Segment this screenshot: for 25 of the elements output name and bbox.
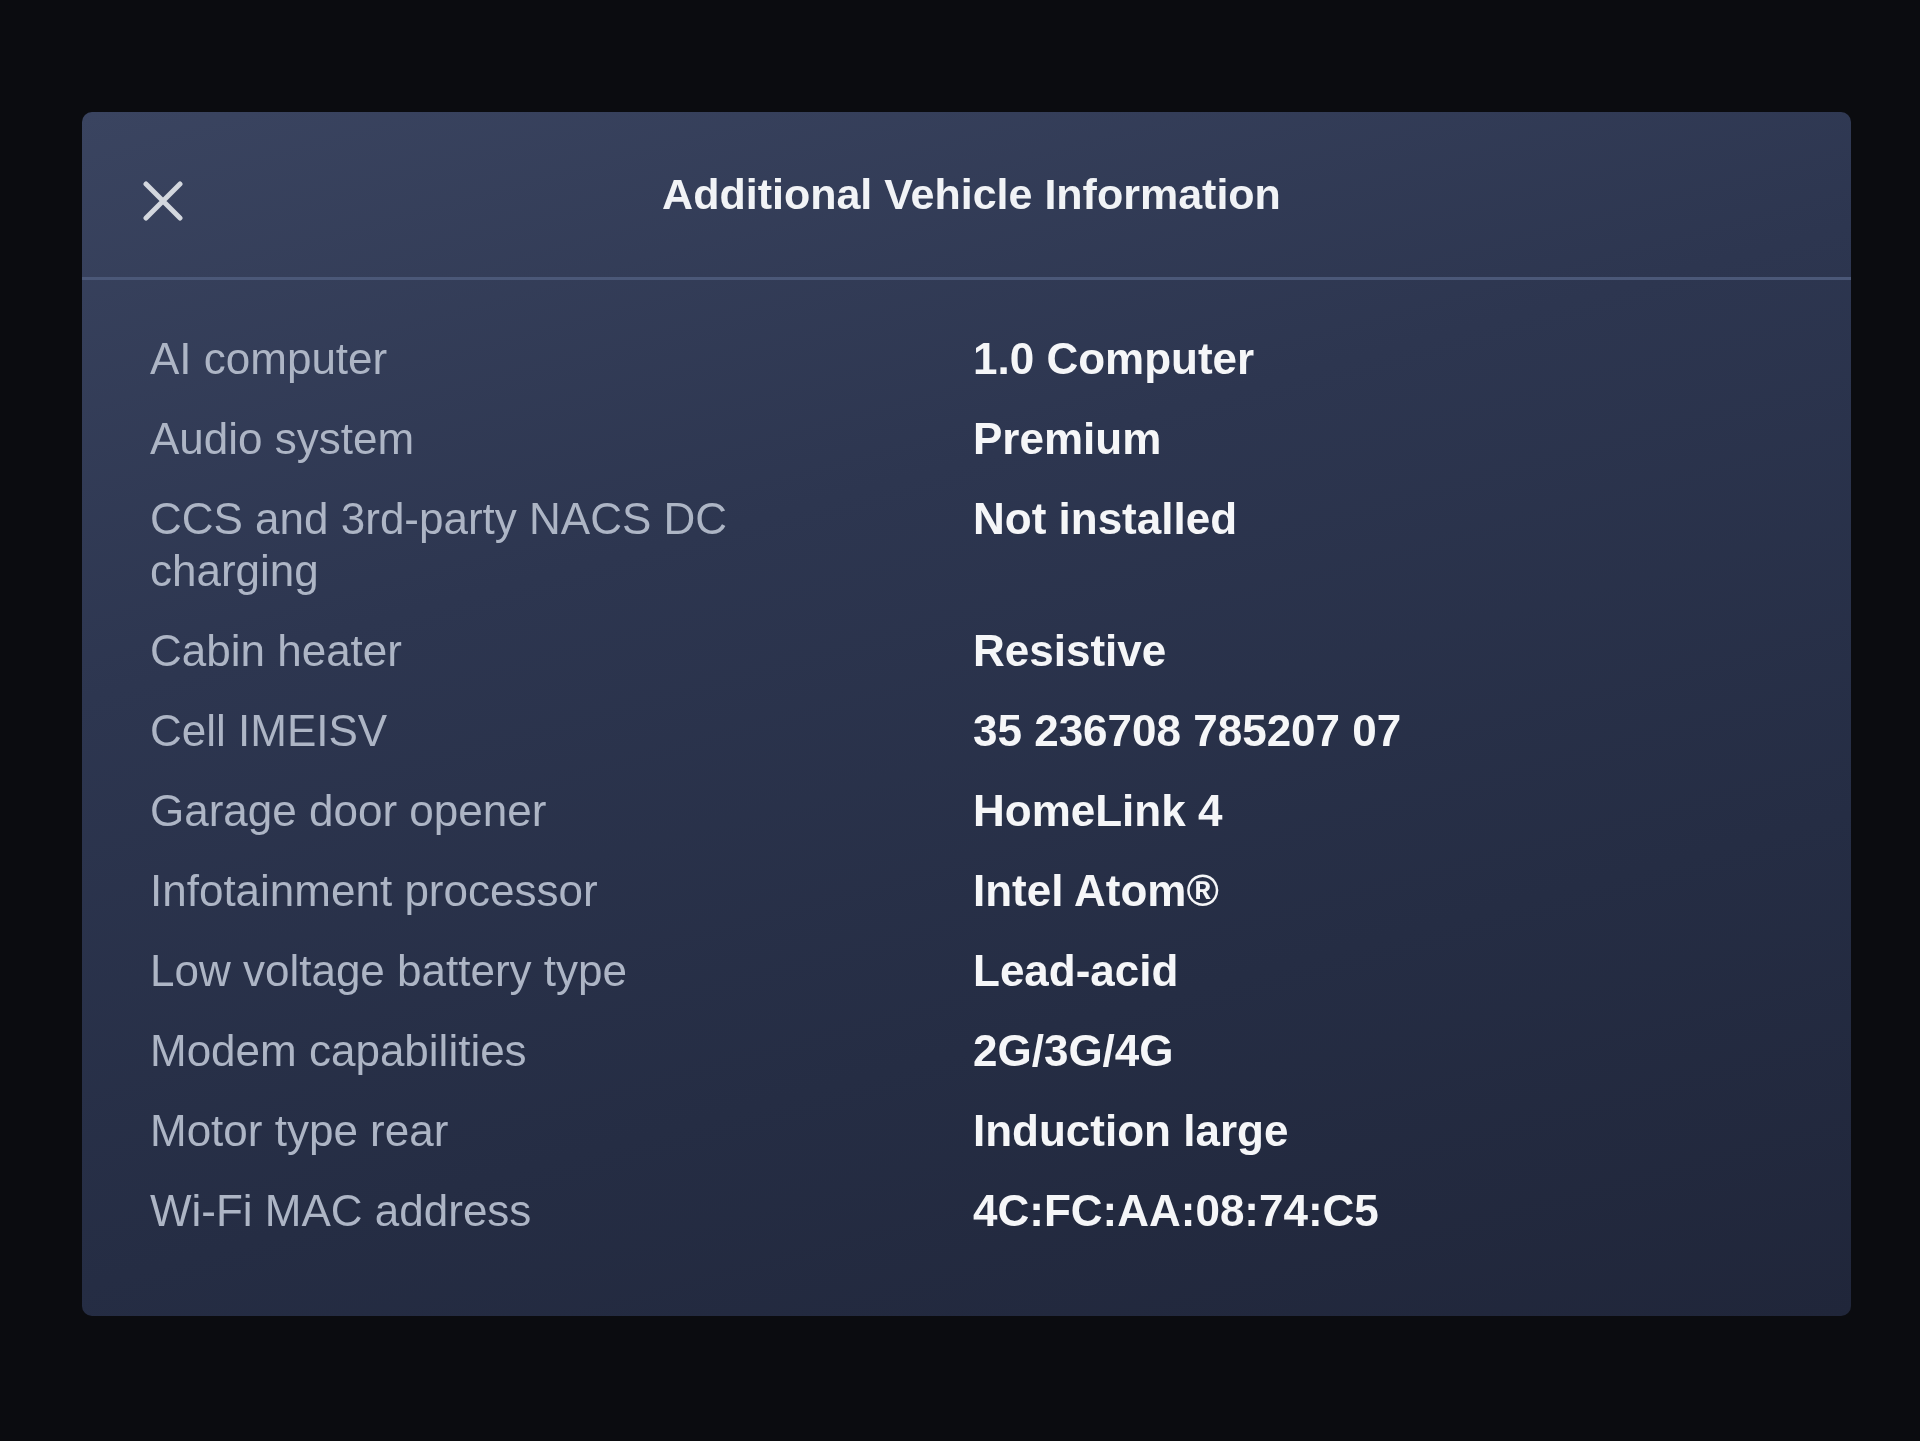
info-label: Wi-Fi MAC address — [150, 1185, 532, 1237]
info-value: 2G/3G/4G — [973, 1025, 1174, 1077]
info-label: Infotainment processor — [150, 865, 598, 917]
info-label: Audio system — [150, 413, 415, 465]
info-value: 1.0 Computer — [973, 333, 1255, 385]
info-value: Intel Atom® — [973, 865, 1219, 917]
info-value: Resistive — [973, 625, 1167, 677]
close-icon — [143, 181, 183, 221]
info-value: 35 236708 785207 07 — [973, 705, 1402, 757]
info-label: CCS and 3rd-party NACS DC charging — [150, 493, 729, 597]
info-value: HomeLink 4 — [973, 785, 1223, 837]
info-value: Lead-acid — [973, 945, 1179, 997]
dialog-title: Additional Vehicle Information — [662, 170, 1281, 219]
info-label: Cabin heater — [150, 625, 402, 677]
info-label: Modem capabilities — [150, 1025, 527, 1077]
info-value: Not installed — [973, 493, 1238, 545]
info-label: Low voltage battery type — [150, 945, 627, 997]
info-value: Induction large — [973, 1105, 1289, 1157]
info-value: 4C:FC:AA:08:74:C5 — [973, 1185, 1379, 1237]
info-label: Motor type rear — [150, 1105, 449, 1157]
info-label: Cell IMEISV — [150, 705, 388, 757]
info-label: AI computer — [150, 333, 388, 385]
info-value: Premium — [973, 413, 1162, 465]
info-label: Garage door opener — [150, 785, 547, 837]
close-button[interactable] — [140, 178, 186, 224]
